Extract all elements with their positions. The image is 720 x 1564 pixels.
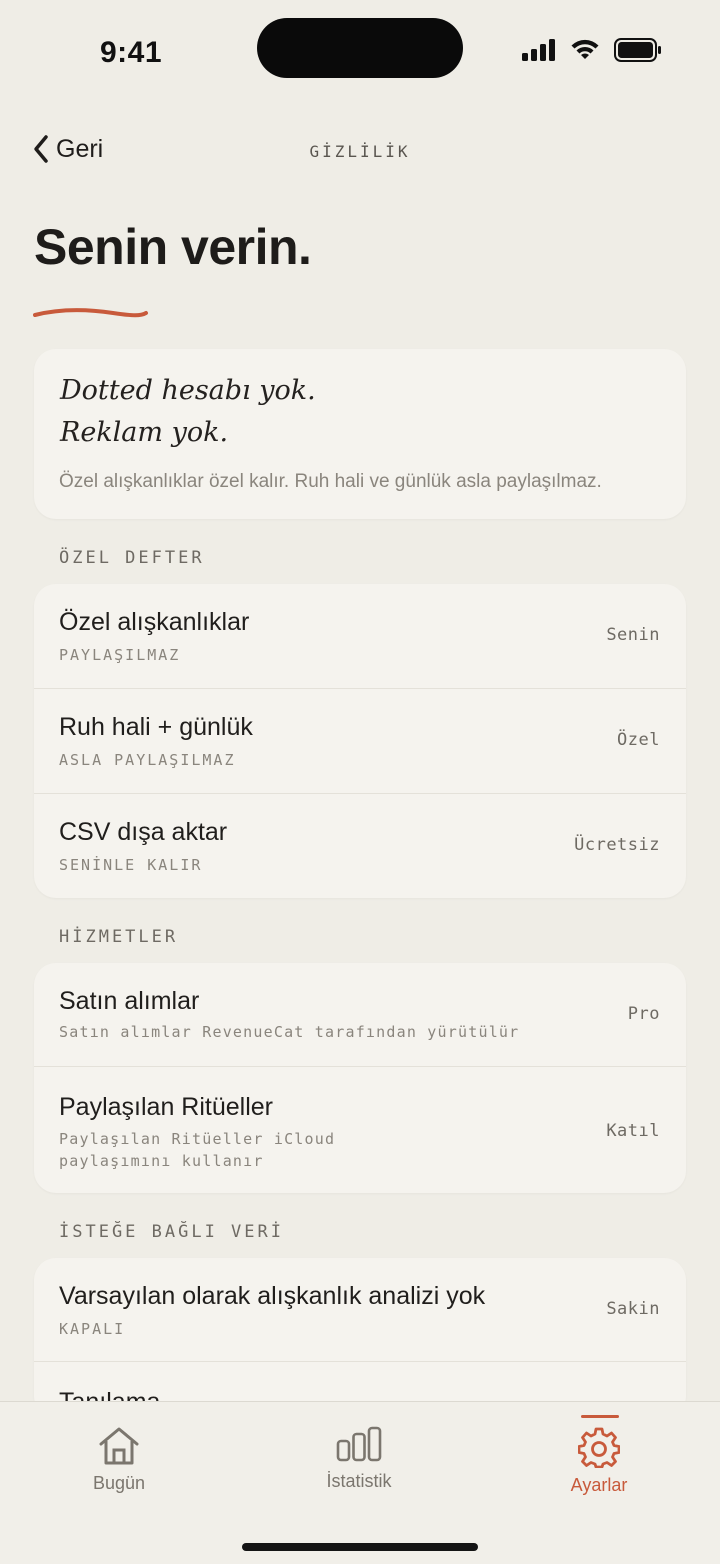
signal-icon <box>522 39 555 61</box>
row-subtitle: Satın alımlar RevenueCat tarafından yürü… <box>59 1023 520 1041</box>
row-subtitle: ASLA PAYLAŞILMAZ <box>59 751 236 769</box>
home-icon <box>99 1427 139 1465</box>
dynamic-island <box>257 18 463 78</box>
row-value: Katıl <box>606 1121 660 1141</box>
services-group: Satın alımlar Satın alımlar RevenueCat t… <box>34 963 686 1193</box>
gear-icon <box>578 1427 620 1468</box>
intro-line-no-account: Dotted hesabı yok. <box>60 375 316 406</box>
tab-label: Bugün <box>92 1473 146 1493</box>
page-title: Senin verin. <box>34 219 312 275</box>
private-ledger-group: Özel alışkanlıklar PAYLAŞILMAZ Senin Ruh… <box>34 584 686 898</box>
row-mood-journal[interactable]: Ruh hali + günlük ASLA PAYLAŞILMAZ Özel <box>34 689 686 794</box>
tab-bar: Bugün İstatistik Ayarlar <box>0 1401 720 1564</box>
tab-settings[interactable]: Ayarlar <box>519 1402 679 1512</box>
status-time: 9:41 <box>100 36 163 69</box>
row-subtitle: SENİNLE KALIR <box>59 856 203 874</box>
row-subtitle-line1: Paylaşılan Ritüeller iCloud <box>59 1130 336 1148</box>
row-csv-export[interactable]: CSV dışa aktar SENİNLE KALIR Ücretsiz <box>34 794 686 898</box>
intro-description: Özel alışkanlıklar özel kalır. Ruh hali … <box>59 471 602 492</box>
row-subtitle-line2: paylaşımını kullanır <box>59 1152 264 1170</box>
intro-card: Dotted hesabı yok. Reklam yok. Özel alış… <box>34 349 686 519</box>
row-title: Ruh hali + günlük <box>59 713 253 741</box>
section-label-services: HİZMETLER <box>59 927 179 947</box>
wifi-icon <box>571 39 599 59</box>
tab-label: Ayarlar <box>570 1475 628 1495</box>
home-indicator <box>242 1543 478 1551</box>
row-shared-rituals[interactable]: Paylaşılan Ritüeller Paylaşılan Ritüelle… <box>34 1067 686 1193</box>
row-private-habits[interactable]: Özel alışkanlıklar PAYLAŞILMAZ Senin <box>34 584 686 689</box>
section-label-optional: İSTEĞE BAĞLI VERİ <box>59 1222 284 1242</box>
row-value: Senin <box>606 625 660 645</box>
active-tab-indicator <box>581 1415 619 1418</box>
row-value: Sakin <box>606 1299 660 1319</box>
optional-data-group: Varsayılan olarak alışkanlık analizi yok… <box>34 1258 686 1418</box>
row-title: Özel alışkanlıklar <box>59 608 250 636</box>
row-subtitle: KAPALI <box>59 1320 126 1338</box>
row-value: Ücretsiz <box>574 835 660 855</box>
section-label-private: ÖZEL DEFTER <box>59 548 205 568</box>
title-underline <box>33 308 148 318</box>
status-icons <box>522 38 662 62</box>
nav-title: GİZLİLİK <box>309 142 411 161</box>
tab-statistics[interactable]: İstatistik <box>279 1402 439 1512</box>
status-bar: 9:41 <box>0 0 720 110</box>
row-title: Paylaşılan Ritüeller <box>59 1093 273 1121</box>
row-purchases[interactable]: Satın alımlar Satın alımlar RevenueCat t… <box>34 963 686 1067</box>
row-subtitle: PAYLAŞILMAZ <box>59 646 181 664</box>
row-no-habit-analytics[interactable]: Varsayılan olarak alışkanlık analizi yok… <box>34 1258 686 1362</box>
tab-today[interactable]: Bugün <box>39 1402 199 1512</box>
intro-line-no-ads: Reklam yok. <box>60 417 229 448</box>
row-title: CSV dışa aktar <box>59 818 228 846</box>
row-value: Özel <box>617 730 660 750</box>
tab-label: İstatistik <box>326 1471 392 1491</box>
row-value: Pro <box>627 1004 660 1024</box>
row-title: Satın alımlar <box>59 987 200 1015</box>
bar-chart-icon <box>336 1426 382 1462</box>
battery-icon <box>614 38 661 62</box>
row-title: Varsayılan olarak alışkanlık analizi yok <box>59 1282 486 1310</box>
